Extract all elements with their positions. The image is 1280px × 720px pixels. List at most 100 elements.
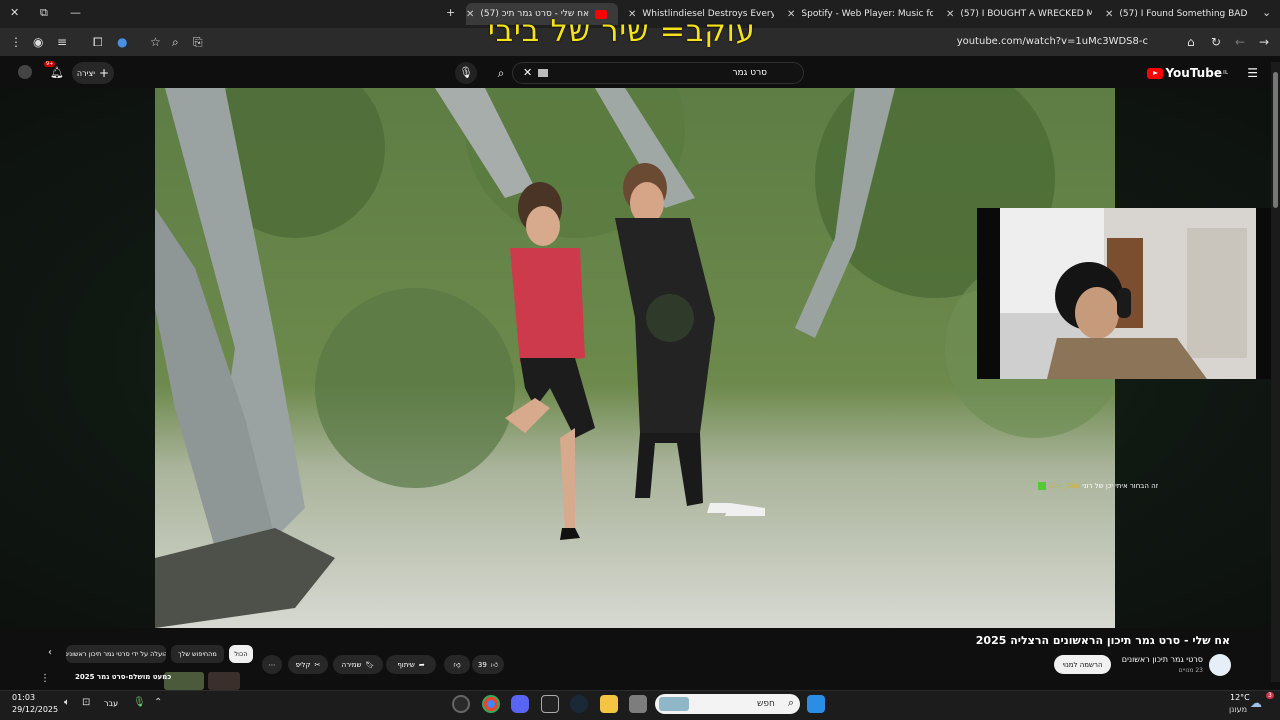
favorite-star-icon[interactable]: ☆ [150, 35, 161, 49]
menu-dots-icon[interactable]: ⋮ [10, 35, 22, 49]
recommendation-title[interactable]: כמעט מושלם-סרט גמר 2025 [75, 673, 171, 681]
plus-icon: + [99, 66, 110, 80]
video-title: אח שלי - סרט גמר תיכון הראשונים הרצליה 2… [975, 634, 1230, 647]
notification-count-badge: 9+ [44, 61, 56, 67]
clock-time[interactable]: 01:03 [12, 693, 35, 702]
search-button[interactable]: ⌕ [488, 62, 514, 84]
channel-avatar[interactable] [1209, 654, 1231, 676]
chrome-app-icon[interactable] [482, 695, 500, 713]
tab-found-something[interactable]: ✕ (57) I Found Something BAD In [1105, 3, 1251, 25]
close-tab-icon[interactable]: ✕ [787, 9, 795, 20]
reload-icon[interactable]: ↻ [1211, 35, 1221, 49]
subscribe-button[interactable]: הרשמה למנוי [1054, 655, 1111, 674]
obs-app-icon[interactable] [452, 695, 470, 713]
clock-date[interactable]: 29/12/2025 [12, 705, 58, 714]
like-button[interactable]: 👍︎ 39 [472, 655, 504, 674]
clear-search-icon[interactable]: ✕ [523, 66, 532, 79]
profile-icon[interactable]: ◉ [33, 35, 43, 49]
extensions-icon[interactable]: ⧠ [93, 35, 103, 50]
share-page-icon[interactable]: ⎘ [193, 35, 203, 50]
file-explorer-app-icon[interactable] [600, 695, 618, 713]
like-count: 39 [477, 660, 487, 669]
weather-badge: 3 [1266, 692, 1274, 699]
tab-spotify[interactable]: ✕ Spotify - Web Player: Music for [787, 3, 933, 25]
channel-name[interactable]: סרטי גמר תיכון ראשונים [1122, 655, 1203, 664]
account-avatar[interactable] [18, 65, 32, 79]
mic-tray-icon[interactable]: 🎙︎ [133, 697, 146, 708]
minimize-window-icon[interactable]: — [70, 6, 81, 19]
recommendation-thumbnail[interactable] [208, 672, 240, 690]
zoom-icon[interactable]: ⌕ [172, 35, 179, 50]
close-tab-icon[interactable]: ✕ [1105, 9, 1113, 20]
clip-button[interactable]: ✂ קליפ [288, 655, 328, 674]
close-tab-icon[interactable]: ✕ [466, 9, 474, 20]
tab-search-icon[interactable]: ⌄ [1262, 6, 1271, 19]
tab-wrecked[interactable]: ✕ (57) I BOUGHT A WRECKED ME [946, 3, 1092, 25]
subscriber-count: 23 מנויים [1178, 667, 1203, 674]
video-player[interactable] [155, 88, 1115, 628]
bookmark-icon: 🔖︎ [365, 660, 375, 669]
tab-title: (57) I BOUGHT A WRECKED ME [960, 9, 1092, 19]
tray-overflow-icon[interactable]: ⌃ [154, 697, 162, 708]
scrollbar-thumb[interactable] [1273, 72, 1278, 208]
new-tab-icon[interactable]: + [446, 6, 455, 19]
taskbar-search-icon: ⌕ [787, 696, 794, 709]
search-input[interactable]: ✕ סרט גמר [512, 62, 804, 84]
chip-uploaded-by[interactable]: הועלה על ידי סרטי גמר תיכון ראשונים [66, 645, 166, 663]
edge-extension-icon[interactable]: ● [117, 35, 127, 49]
forward-icon[interactable]: ← [1235, 35, 1245, 49]
tab-title: Spotify - Web Player: Music for [801, 9, 933, 19]
search-icon: ⌕ [497, 66, 505, 80]
home-icon[interactable]: ⌂ [1187, 35, 1195, 49]
close-window-icon[interactable]: ✕ [10, 6, 19, 19]
youtube-play-icon [1147, 67, 1164, 79]
share-label: שיתוף [397, 660, 415, 669]
back-icon[interactable]: → [1259, 35, 1269, 49]
webcam-overlay [977, 208, 1280, 379]
chips-prev-icon[interactable]: ‹ [48, 647, 52, 658]
webcam-feed [977, 208, 1280, 379]
dislike-button[interactable]: 👎︎ [444, 655, 470, 674]
chat-message: זה הבחור איתי יכן של רוני Lion_Abu [1035, 482, 1158, 490]
steam-app-icon[interactable] [570, 695, 588, 713]
hamburger-menu-icon[interactable]: ☰ [1247, 66, 1258, 80]
weather-cloud-icon[interactable]: ☁ [1250, 696, 1262, 710]
more-dots-icon: ⋯ [268, 660, 276, 669]
recommendation-menu-icon[interactable]: ⋮ [40, 673, 50, 684]
keyboard-icon[interactable] [538, 69, 548, 77]
youtube-logo[interactable]: YouTube IL [1147, 66, 1228, 80]
restore-window-icon[interactable]: ⧉ [40, 6, 48, 20]
taskbar-search-input[interactable]: ⌕ [655, 694, 800, 714]
epic-games-app-icon[interactable] [541, 695, 559, 713]
windows-start-icon[interactable] [807, 695, 825, 713]
search-highlight-icon [659, 697, 689, 711]
save-button[interactable]: 🔖︎ שמירה [333, 655, 383, 674]
task-view-app-icon[interactable] [629, 695, 647, 713]
create-button[interactable]: יצירה + [72, 62, 114, 84]
chat-message-text: זה הבחור איתי יכן של רוני [1082, 482, 1159, 490]
search-query: סרט גמר [732, 68, 767, 78]
chip-all[interactable]: הכול [229, 645, 253, 663]
stream-overlay-caption: עוקב= שיר של ביבי [488, 14, 756, 49]
notifications-bell-icon[interactable]: 🔔︎ [50, 66, 64, 79]
address-bar[interactable]: youtube.com/watch?v=1uMc3WDS8-c [957, 36, 1148, 47]
language-indicator[interactable]: עבר [104, 699, 118, 708]
chip-from-search[interactable]: מהחיפוש שלך [171, 645, 224, 663]
more-actions-button[interactable]: ⋯ [262, 655, 282, 674]
save-label: שמירה [341, 660, 362, 669]
tab-title: (57) I Found Something BAD In [1119, 9, 1251, 19]
network-icon[interactable]: ⊡ [82, 697, 90, 708]
clip-label: קליפ [295, 660, 311, 669]
volume-icon[interactable]: 🔈︎ [64, 697, 70, 708]
close-tab-icon[interactable]: ✕ [946, 9, 954, 20]
youtube-logo-text: YouTube [1165, 66, 1222, 80]
region-code: IL [1222, 70, 1228, 76]
tab-list-icon[interactable]: ≡ [57, 35, 67, 49]
scissors-icon: ✂ [314, 660, 321, 669]
weather-temperature[interactable]: 12°C [1230, 693, 1250, 702]
share-button[interactable]: ➦ שיתוף [386, 655, 436, 674]
share-icon: ➦ [418, 660, 425, 669]
thumbs-up-icon: 👍︎ [490, 661, 499, 669]
discord-app-icon[interactable] [511, 695, 529, 713]
voice-search-button[interactable]: 🎙︎ [455, 62, 477, 84]
